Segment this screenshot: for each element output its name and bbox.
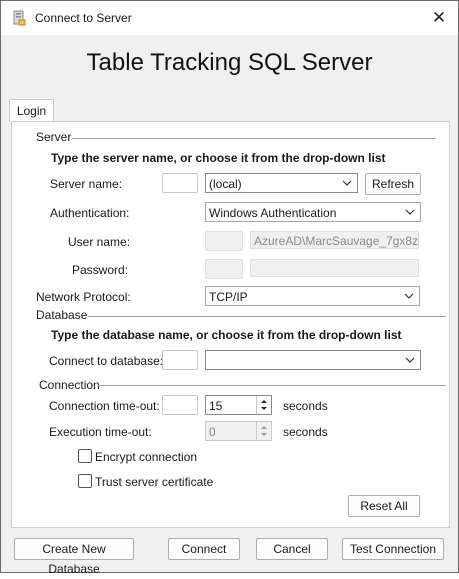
password-icon-box [205,259,243,279]
create-new-database-button[interactable]: Create New Database [14,538,134,576]
execution-timeout-label: Execution time-out: [49,425,152,439]
database-instruction: Type the database name, or choose it fro… [51,328,402,342]
server-instruction: Type the server name, or choose it from … [51,151,386,165]
network-protocol-label: Network Protocol: [36,290,131,304]
encrypt-connection-checkbox[interactable] [78,449,92,463]
database-icon-box [162,350,198,370]
window-title: Connect to Server [35,11,132,25]
database-group-divider [88,316,446,317]
spin-down-icon[interactable] [261,433,267,436]
chevron-down-icon[interactable] [402,352,418,368]
refresh-button[interactable]: Refresh [365,173,421,195]
spin-up-icon[interactable] [261,400,267,403]
server-name-label: Server name: [50,177,123,191]
connect-to-database-label: Connect to database: [49,354,164,368]
timeout-icon-box [162,395,198,415]
login-tab-panel: Server Type the server name, or choose i… [11,121,450,528]
tab-login[interactable]: Login [9,99,54,122]
reset-all-button[interactable]: Reset All [348,495,420,517]
close-icon: ✕ [431,8,447,27]
server-group-divider [72,138,436,139]
username-field[interactable]: AzureAD\MarcSauvage_7gx8z9l [250,231,419,249]
dialog-heading: Table Tracking SQL Server [86,49,373,76]
close-button[interactable]: ✕ [426,5,452,31]
authentication-label: Authentication: [50,206,130,220]
connect-to-database-combo[interactable] [205,350,421,370]
connection-group-divider [98,385,446,386]
spinner-arrows[interactable] [256,422,271,440]
server-name-combo[interactable]: (local) [205,173,358,193]
chevron-down-icon[interactable] [339,175,355,191]
username-label: User name: [68,235,131,249]
trust-server-certificate-label[interactable]: Trust server certificate [95,475,213,489]
execution-timeout-value: 0 [209,425,216,439]
server-group-label: Server [36,130,72,144]
username-icon-box [205,231,243,251]
password-label: Password: [72,263,129,277]
connection-group-label: Connection [39,378,100,392]
server-name-value: (local) [209,177,242,191]
trust-server-certificate-checkbox[interactable] [78,474,92,488]
connection-timeout-label: Connection time-out: [49,399,160,413]
encrypt-connection-label[interactable]: Encrypt connection [95,450,197,464]
cancel-button[interactable]: Cancel [256,538,328,560]
connection-timeout-unit: seconds [283,399,328,413]
connection-timeout-value: 15 [209,399,223,413]
chevron-down-icon[interactable] [402,204,418,220]
database-server-icon [13,10,26,26]
chevron-down-icon[interactable] [401,288,417,304]
execution-timeout-spinner[interactable]: 0 [205,421,272,441]
test-connection-button[interactable]: Test Connection [342,538,444,560]
execution-timeout-unit: seconds [283,425,328,439]
spin-down-icon[interactable] [261,407,267,410]
network-protocol-value: TCP/IP [209,290,248,304]
connection-timeout-spinner[interactable]: 15 [205,395,272,415]
database-group-label: Database [36,308,88,322]
authentication-value: Windows Authentication [209,206,337,220]
connect-to-server-dialog: Connect to Server ✕ Table Tracking SQL S… [0,0,459,576]
network-protocol-combo[interactable]: TCP/IP [205,286,420,306]
server-name-icon-box [162,173,198,193]
spin-up-icon[interactable] [261,426,267,429]
password-field[interactable] [250,259,419,277]
spinner-arrows[interactable] [256,396,271,414]
connect-button[interactable]: Connect [168,538,240,560]
title-bar: Connect to Server ✕ [1,1,458,35]
authentication-combo[interactable]: Windows Authentication [205,202,421,222]
